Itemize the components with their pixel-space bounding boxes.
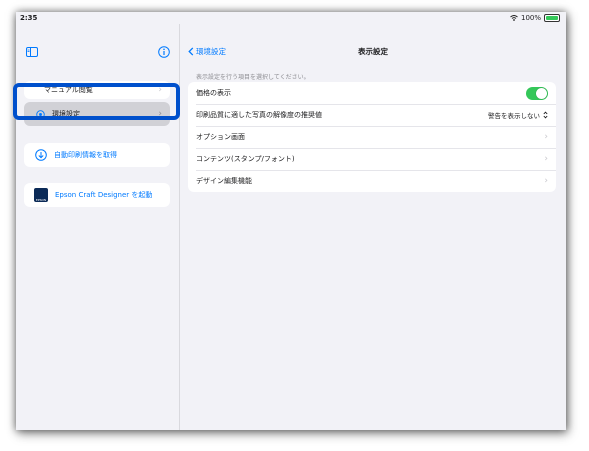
launch-craft-designer-button[interactable]: EPSON Epson Craft Designer を起動 <box>24 183 170 207</box>
price-display-toggle[interactable] <box>526 86 548 100</box>
download-circle-icon <box>35 149 47 161</box>
page-title: 表示設定 <box>358 47 388 56</box>
chevron-up-down-icon <box>543 111 548 119</box>
fetch-auto-print-button[interactable]: 自動印刷情報を取得 <box>24 143 170 167</box>
status-time: 2:35 <box>20 14 38 22</box>
epson-app-icon: EPSON <box>34 188 48 202</box>
settings-list: 価格の表示 印刷品質に適した写真の解像度の推奨値 警告を表示しない オプション画… <box>188 82 556 192</box>
launch-craft-designer-label: Epson Craft Designer を起動 <box>55 191 153 199</box>
list-item-contents[interactable]: コンテンツ(スタンプ/フォント) › <box>188 148 556 170</box>
row-label: 印刷品質に適した写真の解像度の推奨値 <box>196 111 322 119</box>
list-item-design-editing[interactable]: デザイン編集機能 › <box>188 170 556 192</box>
row-label: コンテンツ(スタンプ/フォント) <box>196 155 295 163</box>
status-bar: 2:35 100% <box>16 12 566 24</box>
battery-percent: 100% <box>520 14 541 22</box>
wifi-icon <box>510 15 518 21</box>
list-item-price-display: 価格の表示 <box>188 82 556 104</box>
row-label: 価格の表示 <box>196 89 231 97</box>
fetch-auto-print-label: 自動印刷情報を取得 <box>54 151 117 159</box>
row-label: オプション画面 <box>196 133 245 141</box>
list-item-options-screen[interactable]: オプション画面 › <box>188 126 556 148</box>
sidebar-toggle-icon[interactable] <box>26 46 38 58</box>
status-indicators: 100% <box>510 14 560 22</box>
battery-icon <box>544 14 560 22</box>
chevron-right-icon: › <box>544 176 548 186</box>
chevron-right-icon: › <box>544 132 548 142</box>
list-item-photo-resolution[interactable]: 印刷品質に適した写真の解像度の推奨値 警告を表示しない <box>188 104 556 126</box>
resolution-select-value[interactable]: 警告を表示しない <box>488 110 540 120</box>
section-header: 表示設定を行う項目を選択してください。 <box>196 74 310 81</box>
highlight-frame <box>13 83 180 120</box>
ipad-screen: 2:35 100% マニュアル閲覧 › 環境設定 › 自動印刷情報を取得 EPS… <box>16 12 566 430</box>
chevron-right-icon: › <box>544 154 548 164</box>
nav-bar: 環境設定 表示設定 <box>180 24 566 58</box>
info-icon[interactable] <box>158 46 170 58</box>
main-panel: 環境設定 表示設定 表示設定を行う項目を選択してください。 価格の表示 印刷品質… <box>180 24 566 430</box>
row-label: デザイン編集機能 <box>196 177 252 185</box>
